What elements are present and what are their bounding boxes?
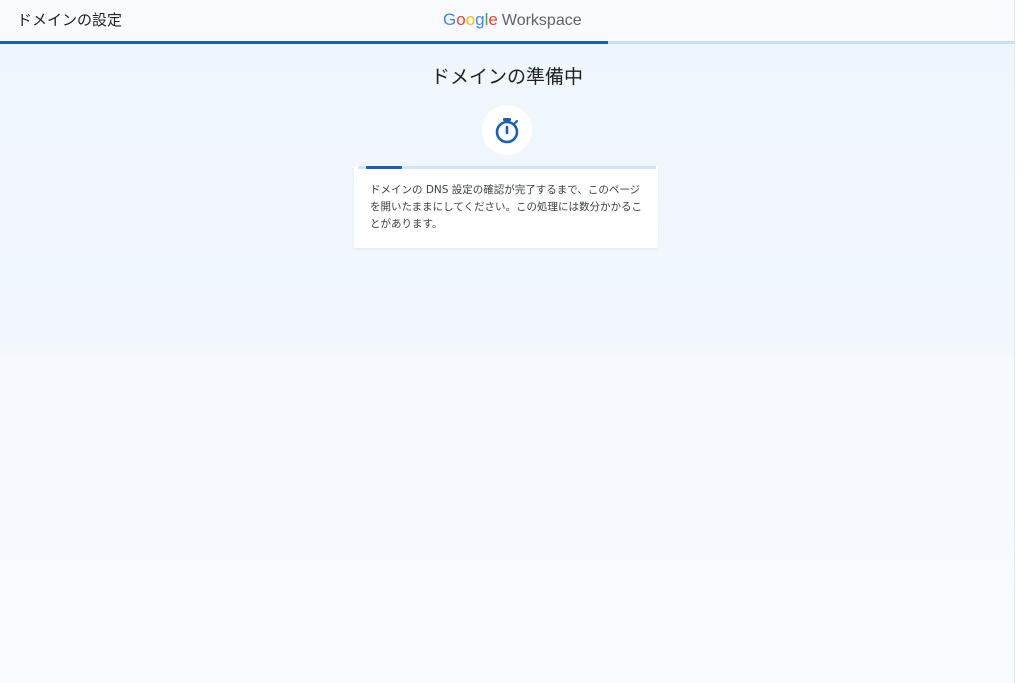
setup-step-progress <box>0 41 1014 44</box>
dns-check-progress-fill <box>366 166 402 169</box>
setup-step-progress-fill <box>0 41 608 44</box>
google-wordmark: Google <box>443 9 498 31</box>
dns-check-progress <box>358 166 656 169</box>
domain-status-card: ドメインの DNS 設定の確認が完了するまで、このページを開いたままにしてくださ… <box>354 166 658 248</box>
google-letter: g <box>475 10 485 29</box>
page-heading: ドメインの設定 <box>17 11 123 29</box>
google-workspace-logo: Google Workspace <box>443 9 582 31</box>
page-title: ドメインの準備中 <box>430 66 583 88</box>
dns-check-message: ドメインの DNS 設定の確認が完了するまで、このページを開いたままにしてくださ… <box>370 184 643 230</box>
status-badge <box>482 105 532 155</box>
google-letter: o <box>465 10 476 29</box>
brand-product-name: Workspace <box>501 12 582 29</box>
scrollbar[interactable] <box>1014 0 1024 683</box>
google-letter: o <box>456 10 466 29</box>
stopwatch-icon <box>495 118 519 144</box>
google-letter: e <box>488 10 498 29</box>
google-letter: G <box>443 10 457 29</box>
top-header: ドメインの設定 Google Workspace <box>0 0 1014 41</box>
